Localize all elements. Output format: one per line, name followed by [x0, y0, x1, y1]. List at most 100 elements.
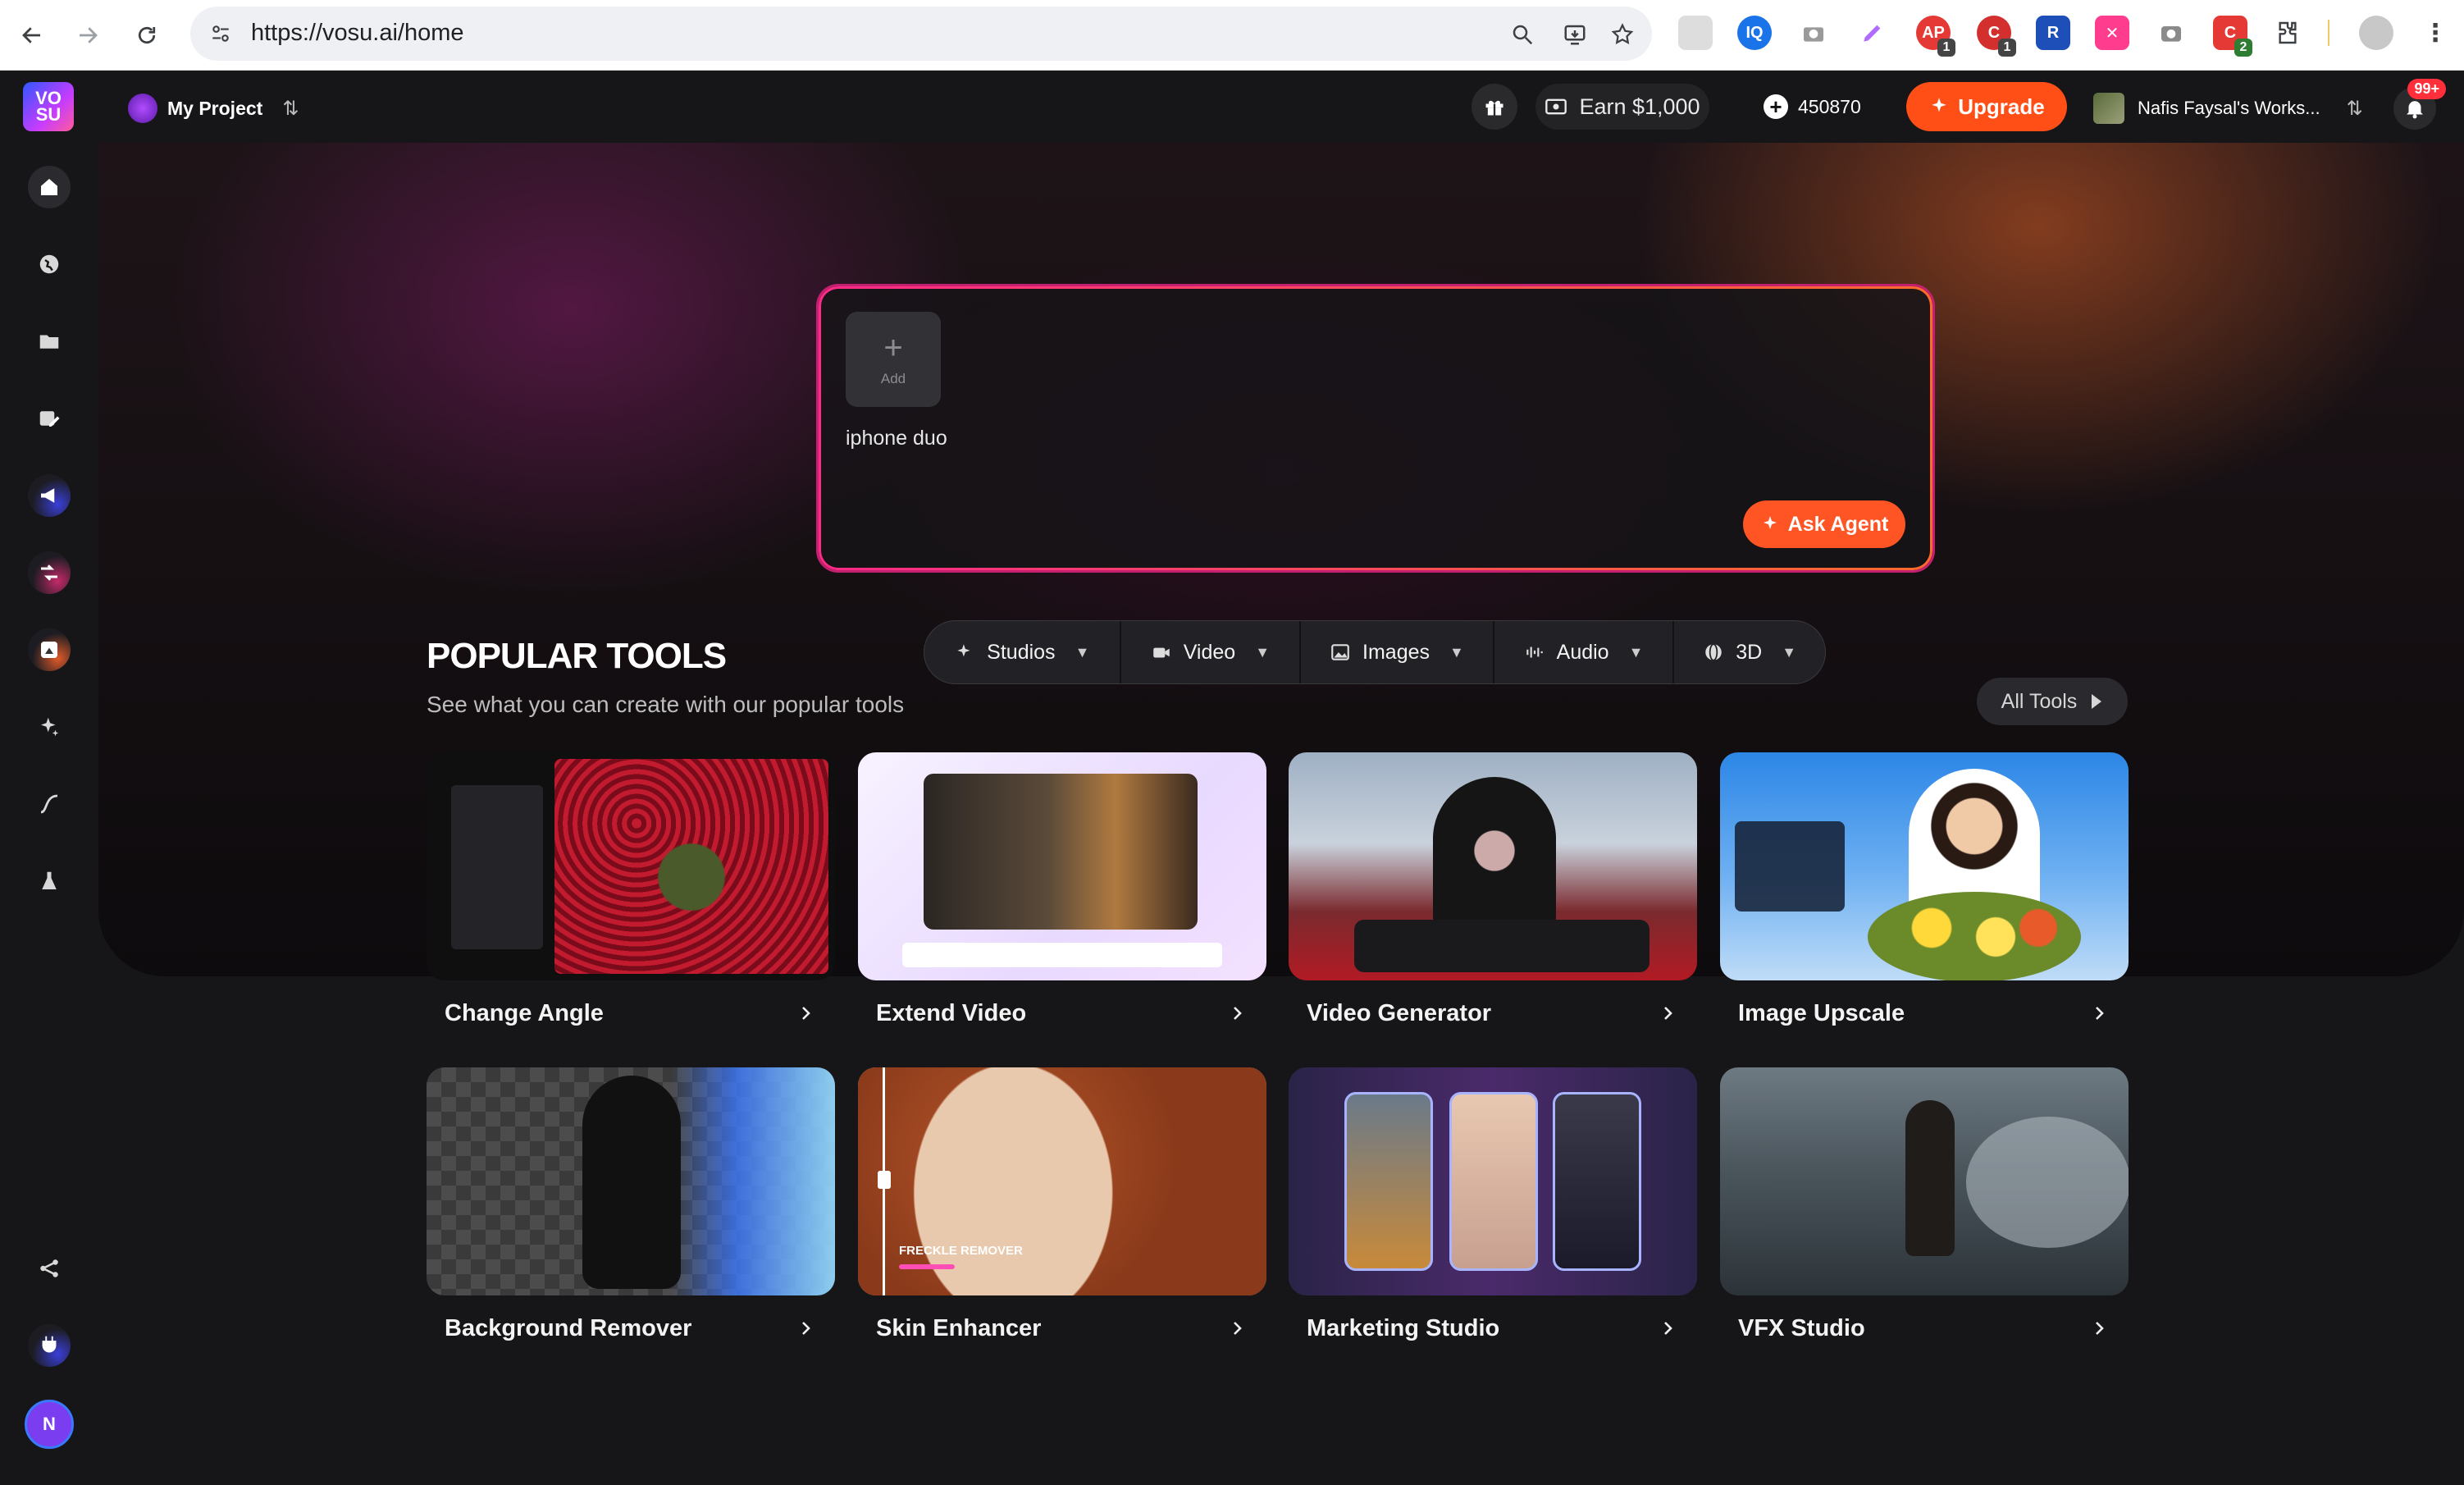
image-icon — [1331, 644, 1349, 660]
credits-value: 450870 — [1798, 95, 1861, 117]
tool-label: Background Remover — [445, 1315, 692, 1341]
globe-icon — [1705, 643, 1722, 661]
site-settings-icon[interactable] — [205, 18, 236, 49]
credits-balance[interactable]: + 450870 — [1764, 84, 1861, 130]
tool-thumbnail — [1720, 752, 2129, 980]
workspace-thumbnail — [2093, 93, 2124, 124]
add-attachment-button[interactable]: + Add — [846, 312, 941, 407]
back-icon[interactable] — [11, 15, 52, 56]
sidebar-item-edit[interactable] — [28, 397, 71, 440]
swap-icon: ⇅ — [2346, 97, 2363, 120]
notifications-button[interactable]: 99+ — [2393, 79, 2446, 130]
category-3d[interactable]: 3D ▼ — [1674, 621, 1825, 683]
extension-icon[interactable]: R — [2036, 16, 2070, 50]
audio-icon — [1526, 647, 1543, 658]
earn-label: Earn $1,000 — [1579, 94, 1700, 119]
bell-icon — [2407, 101, 2423, 119]
megaphone-icon — [41, 488, 55, 503]
tool-label: Skin Enhancer — [876, 1315, 1042, 1341]
section-subtitle: See what you can create with our popular… — [427, 692, 905, 717]
sidebar-item-home[interactable] — [28, 166, 71, 208]
chevron-down-icon: ▼ — [1628, 643, 1644, 660]
sidebar-item-curves[interactable] — [28, 783, 71, 825]
puzzle-icon[interactable] — [2270, 16, 2305, 50]
sidebar-item-marketing[interactable] — [28, 474, 71, 517]
install-app-icon[interactable] — [1558, 18, 1591, 51]
gift-icon — [1485, 100, 1503, 116]
sidebar-item-lab[interactable] — [28, 860, 71, 902]
camera-icon[interactable] — [1796, 16, 1831, 50]
project-icon — [128, 94, 157, 123]
tool-label: Image Upscale — [1738, 1000, 1905, 1026]
sparkle-icon — [1763, 516, 1777, 529]
pen-icon[interactable] — [1855, 16, 1890, 50]
sticker-icon — [41, 642, 57, 658]
url-text[interactable]: https://vosu.ai/home — [251, 20, 464, 47]
address-bar[interactable]: https://vosu.ai/home — [190, 7, 1652, 61]
extension-icon[interactable] — [1678, 16, 1713, 50]
forward-icon[interactable] — [67, 15, 108, 56]
tool-card-marketing-studio[interactable]: Marketing Studio — [1289, 1067, 1697, 1361]
flask-icon — [42, 871, 57, 889]
sidebar-item-integrations[interactable] — [28, 1324, 71, 1367]
extension-icon[interactable]: C1 — [1977, 16, 2016, 57]
tool-card-skin-enhancer[interactable]: FRECKLE REMOVER Skin Enhancer — [858, 1067, 1266, 1361]
category-label: Images — [1362, 640, 1430, 664]
chevron-down-icon: ▼ — [1782, 643, 1797, 660]
extension-icon[interactable]: AP 1 — [1916, 16, 1955, 57]
thumbnail-overlay-label: FRECKLE REMOVER — [899, 1244, 1023, 1258]
workspace-name: Nafis Faysal's Works... — [2138, 98, 2320, 118]
gift-button[interactable] — [1472, 84, 1517, 130]
all-tools-label: All Tools — [2001, 689, 2078, 713]
category-label: Audio — [1556, 640, 1609, 664]
category-bar: Studios ▼ Video ▼ Images ▼ Audio ▼ 3D ▼ — [924, 620, 1826, 684]
sidebar-item-transform[interactable] — [28, 551, 71, 594]
notification-badge: 99+ — [2407, 79, 2446, 99]
all-tools-button[interactable]: All Tools — [1977, 678, 2128, 725]
ask-agent-button[interactable]: Ask Agent — [1743, 500, 1905, 548]
vosu-logo[interactable]: VO SU — [23, 82, 74, 131]
sidebar-item-share[interactable] — [28, 1247, 71, 1290]
camera-icon[interactable] — [2154, 16, 2188, 50]
chevron-down-icon: ▼ — [1255, 643, 1271, 660]
sidebar-item-studio[interactable] — [28, 628, 71, 671]
zoom-icon[interactable] — [1506, 18, 1539, 51]
category-video[interactable]: Video ▼ — [1121, 621, 1302, 683]
extension-icon[interactable]: C2 — [2213, 16, 2252, 57]
category-label: Video — [1183, 640, 1236, 664]
app-root: https://vosu.ai/home IQ AP 1 C1 R ✕ C2 ⋮… — [0, 0, 2464, 1485]
tool-thumbnail — [427, 1067, 835, 1295]
user-avatar[interactable]: N — [25, 1400, 74, 1449]
category-studios[interactable]: Studios ▼ — [924, 621, 1121, 683]
workspace-switcher[interactable]: Nafis Faysal's Works... ⇅ — [2093, 90, 2363, 126]
prompt-input[interactable]: iphone duo — [846, 427, 947, 450]
tool-card-extend-video[interactable]: Extend Video — [858, 752, 1266, 1046]
tool-thumbnail — [427, 752, 835, 980]
tool-card-change-angle[interactable]: Change Angle — [427, 752, 835, 1046]
add-credits-icon[interactable]: + — [1764, 94, 1788, 119]
prompt-box[interactable]: + Add iphone duo Ask Agent — [819, 286, 1932, 570]
tool-card-vfx-studio[interactable]: VFX Studio — [1720, 1067, 2129, 1361]
category-images[interactable]: Images ▼ — [1301, 621, 1494, 683]
sidebar-item-projects[interactable] — [28, 320, 71, 363]
extension-icon[interactable]: ✕ — [2095, 16, 2129, 50]
profile-avatar-icon[interactable] — [2359, 16, 2393, 50]
sidebar-item-explore[interactable] — [28, 243, 71, 286]
tool-card-image-upscale[interactable]: Image Upscale — [1720, 752, 2129, 1046]
tool-card-video-generator[interactable]: Video Generator — [1289, 752, 1697, 1046]
kebab-menu-icon[interactable]: ⋮ — [2418, 16, 2453, 50]
extension-icon[interactable]: IQ — [1737, 16, 1772, 50]
chevron-down-icon: ▼ — [1449, 643, 1464, 660]
reload-icon[interactable] — [126, 15, 167, 56]
category-audio[interactable]: Audio ▼ — [1494, 621, 1675, 683]
tool-card-background-remover[interactable]: Background Remover — [427, 1067, 835, 1361]
bookmark-star-icon[interactable] — [1606, 18, 1639, 51]
caret-right-icon — [2092, 694, 2102, 709]
section-title: POPULAR TOOLS — [427, 636, 727, 676]
plug-icon — [42, 1336, 57, 1353]
project-switcher[interactable]: My Project ⇅ — [128, 92, 299, 125]
earn-button[interactable]: Earn $1,000 — [1535, 84, 1709, 130]
tool-thumbnail — [1289, 752, 1697, 980]
sidebar-item-generate[interactable] — [28, 706, 71, 748]
upgrade-button[interactable]: Upgrade — [1906, 82, 2067, 131]
